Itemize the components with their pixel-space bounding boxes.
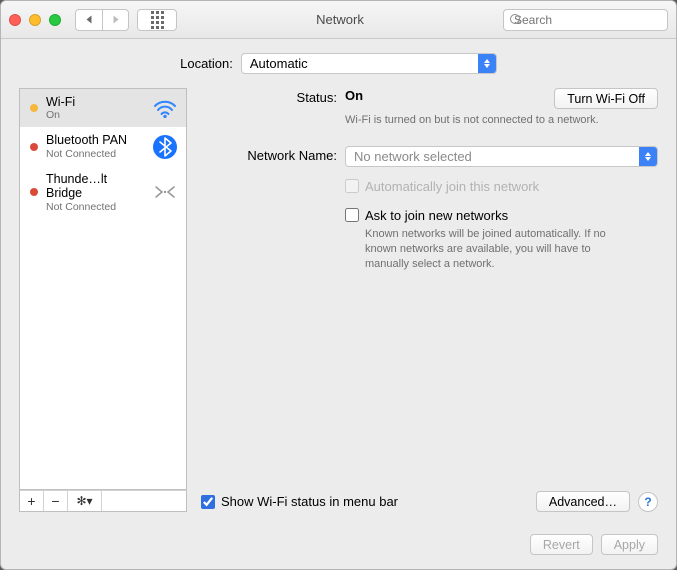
service-actions-button[interactable]: ✻▾ — [68, 491, 102, 511]
auto-join-label: Automatically join this network — [365, 179, 539, 194]
status-dot — [30, 188, 38, 196]
search-field[interactable] — [503, 9, 668, 31]
status-label: Status: — [201, 88, 337, 109]
service-status: Not Connected — [46, 201, 142, 213]
show-status-checkbox[interactable]: Show Wi-Fi status in menu bar — [201, 494, 398, 509]
service-row-bluetooth[interactable]: Bluetooth PAN Not Connected — [20, 127, 186, 165]
service-status: On — [46, 109, 142, 121]
bridge-icon — [150, 183, 180, 201]
location-label: Location: — [180, 56, 233, 71]
minimize-window-button[interactable] — [29, 14, 41, 26]
add-service-button[interactable]: + — [20, 491, 44, 511]
status-description: Wi-Fi is turned on but is not connected … — [345, 113, 605, 128]
chevron-right-icon — [113, 16, 118, 24]
service-row-thunderbolt-bridge[interactable]: Thunde…lt Bridge Not Connected — [20, 166, 186, 219]
network-name-row: Network Name: No network selected — [201, 146, 658, 167]
services-list-footer: + − ✻▾ — [19, 490, 187, 512]
ask-to-join-checkbox[interactable]: Ask to join new networks — [345, 208, 658, 223]
status-value: On — [345, 88, 363, 103]
status-row: Status: On Turn Wi-Fi Off — [201, 88, 658, 109]
content: Location: Automatic Wi-Fi On — [1, 39, 676, 569]
network-name-value: No network selected — [354, 149, 472, 164]
service-name: Thunde…lt Bridge — [46, 172, 142, 201]
bluetooth-icon — [150, 134, 180, 160]
auto-join-checkbox: Automatically join this network — [345, 179, 658, 194]
service-name: Wi-Fi — [46, 95, 142, 109]
advanced-button[interactable]: Advanced… — [536, 491, 630, 512]
select-arrows-icon — [478, 54, 496, 73]
body: Wi-Fi On Bluetooth PAN Not Connected — [19, 88, 658, 512]
detail-footer: Show Wi-Fi status in menu bar Advanced… … — [201, 483, 658, 512]
back-button[interactable] — [76, 10, 102, 30]
apply-button[interactable]: Apply — [601, 534, 658, 555]
services-list[interactable]: Wi-Fi On Bluetooth PAN Not Connected — [19, 88, 187, 490]
zoom-window-button[interactable] — [49, 14, 61, 26]
titlebar: Network — [1, 1, 676, 39]
gear-icon: ✻▾ — [76, 494, 92, 508]
nav-segmented — [75, 9, 129, 31]
network-name-select[interactable]: No network selected — [345, 146, 658, 167]
help-button[interactable]: ? — [638, 492, 658, 512]
show-all-button[interactable] — [137, 9, 177, 31]
location-select[interactable]: Automatic — [241, 53, 497, 74]
network-name-label: Network Name: — [201, 146, 337, 167]
ask-to-join-label: Ask to join new networks — [365, 208, 508, 223]
ask-to-join-desc: Known networks will be joined automatica… — [365, 227, 625, 272]
forward-button[interactable] — [102, 10, 128, 30]
services-sidebar: Wi-Fi On Bluetooth PAN Not Connected — [19, 88, 187, 512]
turn-wifi-off-button[interactable]: Turn Wi-Fi Off — [554, 88, 658, 109]
search-input[interactable] — [514, 13, 669, 27]
select-arrows-icon — [639, 147, 657, 166]
chevron-left-icon — [87, 16, 92, 24]
revert-button[interactable]: Revert — [530, 534, 593, 555]
status-dot — [30, 143, 38, 151]
window-title: Network — [185, 12, 495, 27]
bottom-buttons: Revert Apply — [19, 534, 658, 555]
status-dot — [30, 104, 38, 112]
wifi-icon — [150, 98, 180, 118]
traffic-lights — [9, 14, 61, 26]
grid-icon — [151, 11, 164, 29]
service-row-wifi[interactable]: Wi-Fi On — [20, 89, 186, 127]
remove-service-button[interactable]: − — [44, 491, 68, 511]
show-status-label: Show Wi-Fi status in menu bar — [221, 494, 398, 509]
service-status: Not Connected — [46, 148, 142, 160]
location-row: Location: Automatic — [19, 53, 658, 74]
network-prefs-window: Network Location: Automatic Wi-Fi O — [0, 0, 677, 570]
detail-pane: Status: On Turn Wi-Fi Off Wi-Fi is turne… — [201, 88, 658, 512]
service-name: Bluetooth PAN — [46, 133, 142, 147]
close-window-button[interactable] — [9, 14, 21, 26]
location-value: Automatic — [250, 56, 308, 71]
